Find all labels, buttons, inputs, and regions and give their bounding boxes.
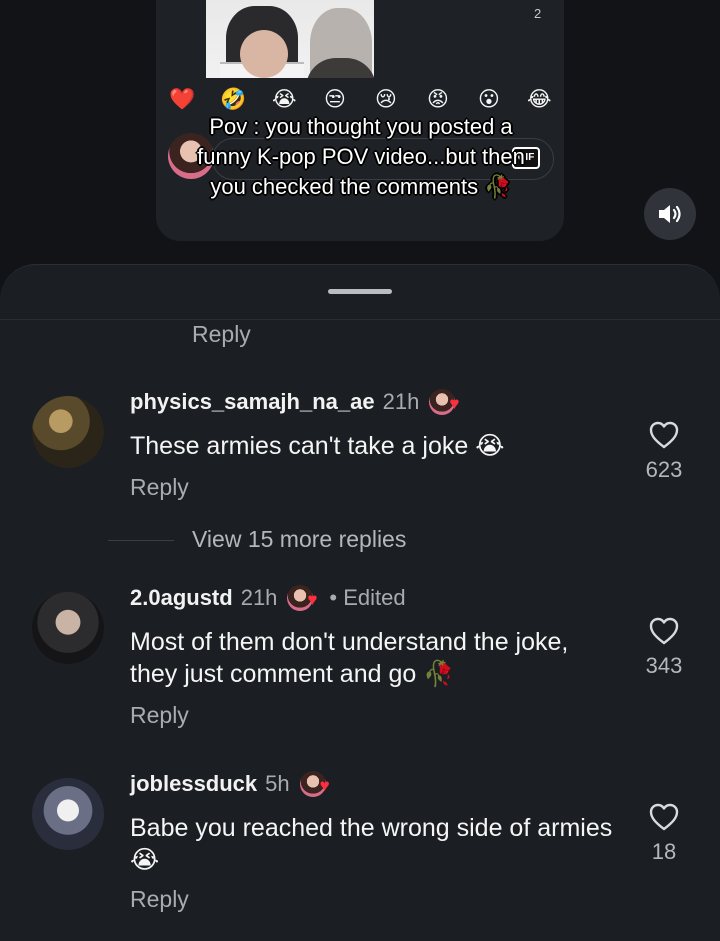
divider	[0, 319, 720, 320]
like-count: 623	[645, 457, 683, 482]
emoji-surprised[interactable]: 😮	[477, 88, 501, 112]
comment-meta: 2.0agustd 21h ♥ • Edited	[130, 584, 406, 612]
thread-line	[108, 540, 174, 541]
username[interactable]: physics_samajh_na_ae	[130, 389, 375, 415]
heart-icon: ♥	[449, 394, 460, 413]
timestamp: 5h	[265, 771, 290, 796]
like-control[interactable]: 623	[630, 420, 698, 483]
creator-liked-avatar: ♥	[287, 585, 318, 611]
reply-button[interactable]: Reply	[130, 702, 189, 729]
sheet-drag-handle[interactable]	[328, 289, 392, 294]
username[interactable]: joblessduck	[130, 771, 257, 797]
like-control[interactable]: 18	[630, 802, 698, 865]
heart-outline-icon[interactable]	[648, 802, 680, 832]
reply-button[interactable]: Reply	[192, 321, 251, 348]
comment-meta: joblessduck 5h ♥	[130, 770, 330, 798]
heart-outline-icon[interactable]	[648, 616, 680, 646]
timestamp: 21h	[382, 389, 420, 414]
avatar[interactable]	[32, 396, 104, 468]
screen: 2 ❤️ 🤣 😭 😒 😢 😡 😮 😂 GIF Pov : you thought…	[0, 0, 720, 941]
person-face	[240, 30, 288, 78]
emoji-joy[interactable]: 😂	[527, 88, 552, 112]
comment-text: These armies can't take a joke 😭	[130, 432, 505, 460]
emoji-rofl[interactable]: 🤣	[220, 88, 246, 112]
heart-icon: ♥	[307, 590, 318, 609]
comment-meta: physics_samajh_na_ae 21h ♥	[130, 388, 459, 416]
like-count: 343	[645, 653, 683, 678]
like-control[interactable]: 343	[630, 616, 698, 679]
emoji-heart[interactable]: ❤️	[169, 88, 195, 112]
comment-text: Babe you reached the wrong side of armie…	[130, 814, 613, 874]
speaker-icon	[659, 205, 681, 223]
timestamp: 21h	[240, 585, 278, 610]
view-more-label[interactable]: View 15 more replies	[192, 526, 406, 553]
heart-icon: ♥	[319, 776, 330, 795]
emoji-crying[interactable]: 😭	[272, 88, 297, 112]
username[interactable]: 2.0agustd	[130, 585, 233, 611]
emoji-sad[interactable]: 😢	[374, 88, 398, 112]
creator-liked-avatar: ♥	[299, 771, 330, 797]
heart-outline-icon[interactable]	[648, 420, 680, 450]
like-count: 18	[651, 839, 677, 864]
sound-button[interactable]	[644, 188, 696, 240]
video-caption: Pov : you thought you posted a funny K-p…	[197, 114, 525, 199]
edited-label: • Edited	[329, 585, 406, 610]
creator-liked-avatar: ♥	[429, 389, 459, 415]
view-more-replies[interactable]: View 15 more replies	[0, 526, 720, 556]
media-count: 2	[534, 6, 542, 21]
reply-button[interactable]: Reply	[130, 886, 189, 913]
emoji-angry[interactable]: 😡	[426, 88, 450, 112]
avatar[interactable]	[32, 592, 104, 664]
reply-button[interactable]: Reply	[130, 474, 189, 501]
video-thumbnail[interactable]	[206, 0, 374, 78]
avatar[interactable]	[32, 778, 104, 850]
comment-text: Most of them don't understand the joke, …	[130, 628, 569, 688]
emoji-unamused[interactable]: 😒	[323, 88, 347, 112]
